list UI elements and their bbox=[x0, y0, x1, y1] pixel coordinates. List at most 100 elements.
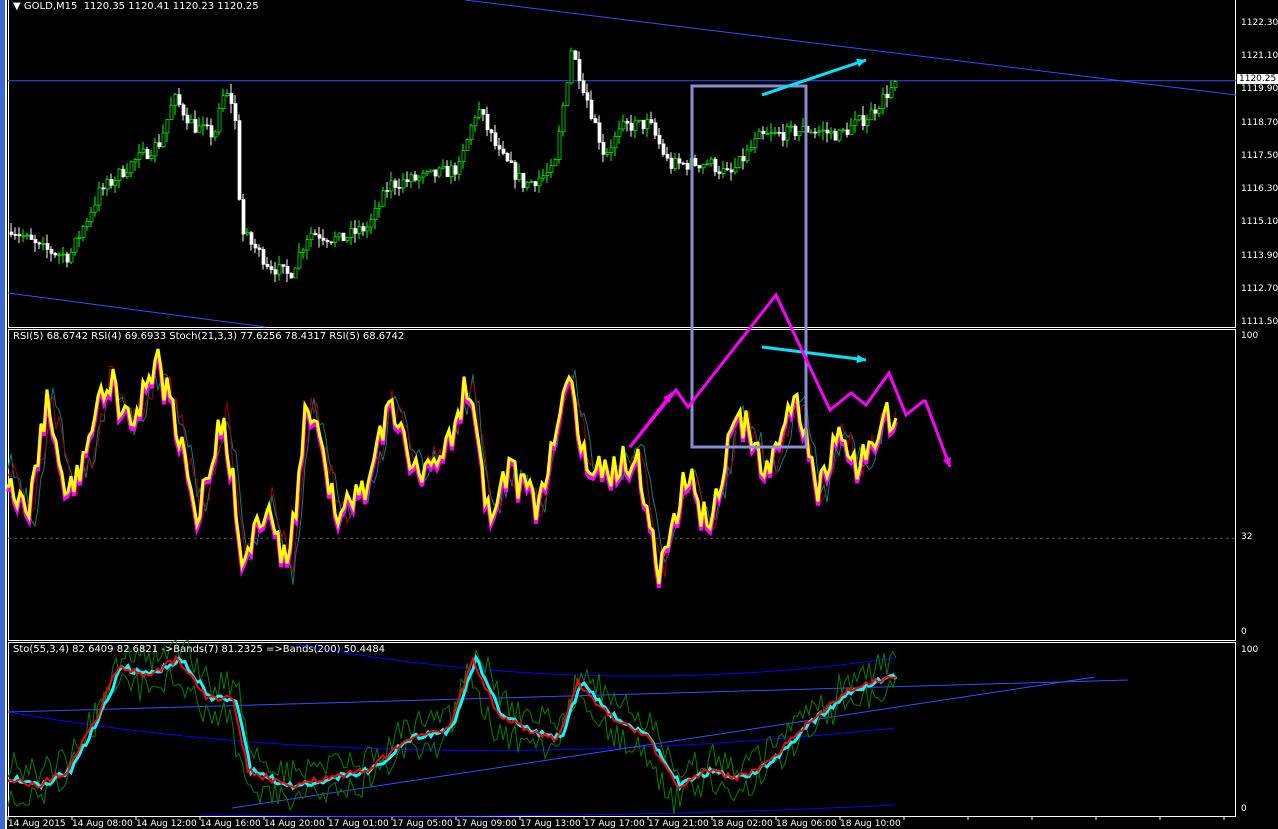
candle-body bbox=[173, 94, 178, 107]
candle-body bbox=[793, 125, 798, 137]
candle-body bbox=[881, 93, 886, 109]
candle-body bbox=[649, 119, 654, 124]
candle-body bbox=[125, 172, 130, 177]
candle-body bbox=[157, 142, 162, 148]
candle-body bbox=[209, 125, 214, 138]
candle-body bbox=[717, 171, 722, 174]
rsi-legend: RSI(5) 68.6742 RSI(4) 69.6933 Stoch(21,3… bbox=[13, 331, 405, 342]
candle-body bbox=[597, 122, 602, 143]
candle-body bbox=[413, 174, 418, 181]
candle-body bbox=[229, 93, 234, 104]
candle-body bbox=[349, 228, 354, 238]
candle-body bbox=[765, 133, 770, 135]
spacer bbox=[806, 409, 830, 411]
candle-body bbox=[61, 253, 66, 256]
candle-body bbox=[53, 252, 58, 256]
candle-body bbox=[645, 119, 650, 129]
candle-body bbox=[509, 160, 514, 163]
candle-body bbox=[873, 109, 878, 114]
candle-body bbox=[613, 136, 618, 149]
candle-body bbox=[433, 169, 438, 177]
candle-body bbox=[425, 171, 430, 174]
candle-body bbox=[745, 149, 750, 162]
candle-body bbox=[557, 131, 562, 160]
candle-body bbox=[373, 207, 378, 221]
magenta-arrow-1 bbox=[628, 392, 674, 448]
candle-body bbox=[497, 145, 502, 150]
candle-body bbox=[357, 226, 362, 234]
candle-body bbox=[641, 119, 646, 129]
candle-body bbox=[449, 165, 454, 177]
candle-body bbox=[549, 165, 554, 173]
candle-body bbox=[401, 179, 406, 189]
candle-body bbox=[149, 155, 154, 160]
candle-body bbox=[189, 118, 194, 124]
candle-body bbox=[753, 138, 758, 148]
magenta-arrow-down bbox=[923, 399, 952, 468]
candle-body bbox=[469, 125, 474, 140]
candle-body bbox=[117, 168, 122, 181]
candle-body bbox=[677, 158, 682, 164]
candle-body bbox=[345, 237, 350, 242]
candle-body bbox=[85, 220, 90, 227]
candle-body bbox=[749, 147, 754, 151]
candle-body bbox=[393, 180, 398, 188]
cyan-arrow-price bbox=[761, 58, 867, 97]
candle-body bbox=[33, 239, 38, 244]
candle-body bbox=[485, 113, 490, 131]
candle-body bbox=[513, 162, 518, 180]
candle-body bbox=[541, 175, 546, 179]
candle-body bbox=[545, 172, 550, 177]
cyan-arrow-rsi bbox=[761, 345, 867, 362]
candle-body bbox=[389, 180, 394, 192]
triangle-down-icon[interactable]: ▼ bbox=[13, 1, 21, 12]
candle-body bbox=[609, 147, 614, 153]
candle-body bbox=[265, 263, 270, 267]
candle-body bbox=[849, 124, 854, 135]
candle-body bbox=[441, 165, 446, 169]
candle-body bbox=[625, 120, 630, 124]
candle-body bbox=[21, 235, 26, 238]
candle-body bbox=[49, 249, 54, 254]
candle-body bbox=[249, 232, 254, 245]
candle-body bbox=[273, 269, 278, 275]
candle-body bbox=[465, 139, 470, 151]
candle-body bbox=[789, 125, 794, 128]
candle-body bbox=[421, 172, 426, 178]
candle-body bbox=[37, 242, 42, 245]
candle-body bbox=[113, 180, 118, 186]
candle-body bbox=[605, 152, 610, 155]
candle-body bbox=[57, 254, 62, 257]
candle-body bbox=[333, 236, 338, 243]
candle-body bbox=[493, 132, 498, 146]
candle-body bbox=[101, 187, 106, 190]
candle-body bbox=[305, 239, 310, 251]
candle-body bbox=[585, 92, 590, 101]
candle-body bbox=[69, 251, 74, 263]
candle-body bbox=[517, 173, 522, 180]
candle-body bbox=[773, 132, 778, 134]
candle-body bbox=[405, 179, 410, 182]
chart-canvas bbox=[6, 0, 1237, 820]
candle-body bbox=[461, 150, 466, 163]
candle-body bbox=[225, 93, 230, 97]
candle-body bbox=[169, 105, 174, 120]
candle-body bbox=[313, 232, 318, 236]
band200-upper bbox=[299, 644, 896, 677]
candle-body bbox=[693, 158, 698, 166]
candle-body bbox=[253, 243, 258, 249]
candle-body bbox=[145, 148, 150, 160]
candle-body bbox=[133, 159, 138, 163]
candle-body bbox=[833, 130, 838, 141]
candle-body bbox=[629, 122, 634, 131]
candle-body bbox=[293, 267, 298, 279]
candle-body bbox=[633, 120, 638, 131]
candle-body bbox=[473, 116, 478, 127]
candle-body bbox=[501, 148, 506, 154]
candle-body bbox=[637, 119, 642, 122]
candle-body bbox=[741, 156, 746, 162]
candle-body bbox=[137, 152, 142, 160]
candle-body bbox=[733, 167, 738, 173]
candle-body bbox=[621, 120, 626, 130]
candle-body bbox=[713, 158, 718, 173]
